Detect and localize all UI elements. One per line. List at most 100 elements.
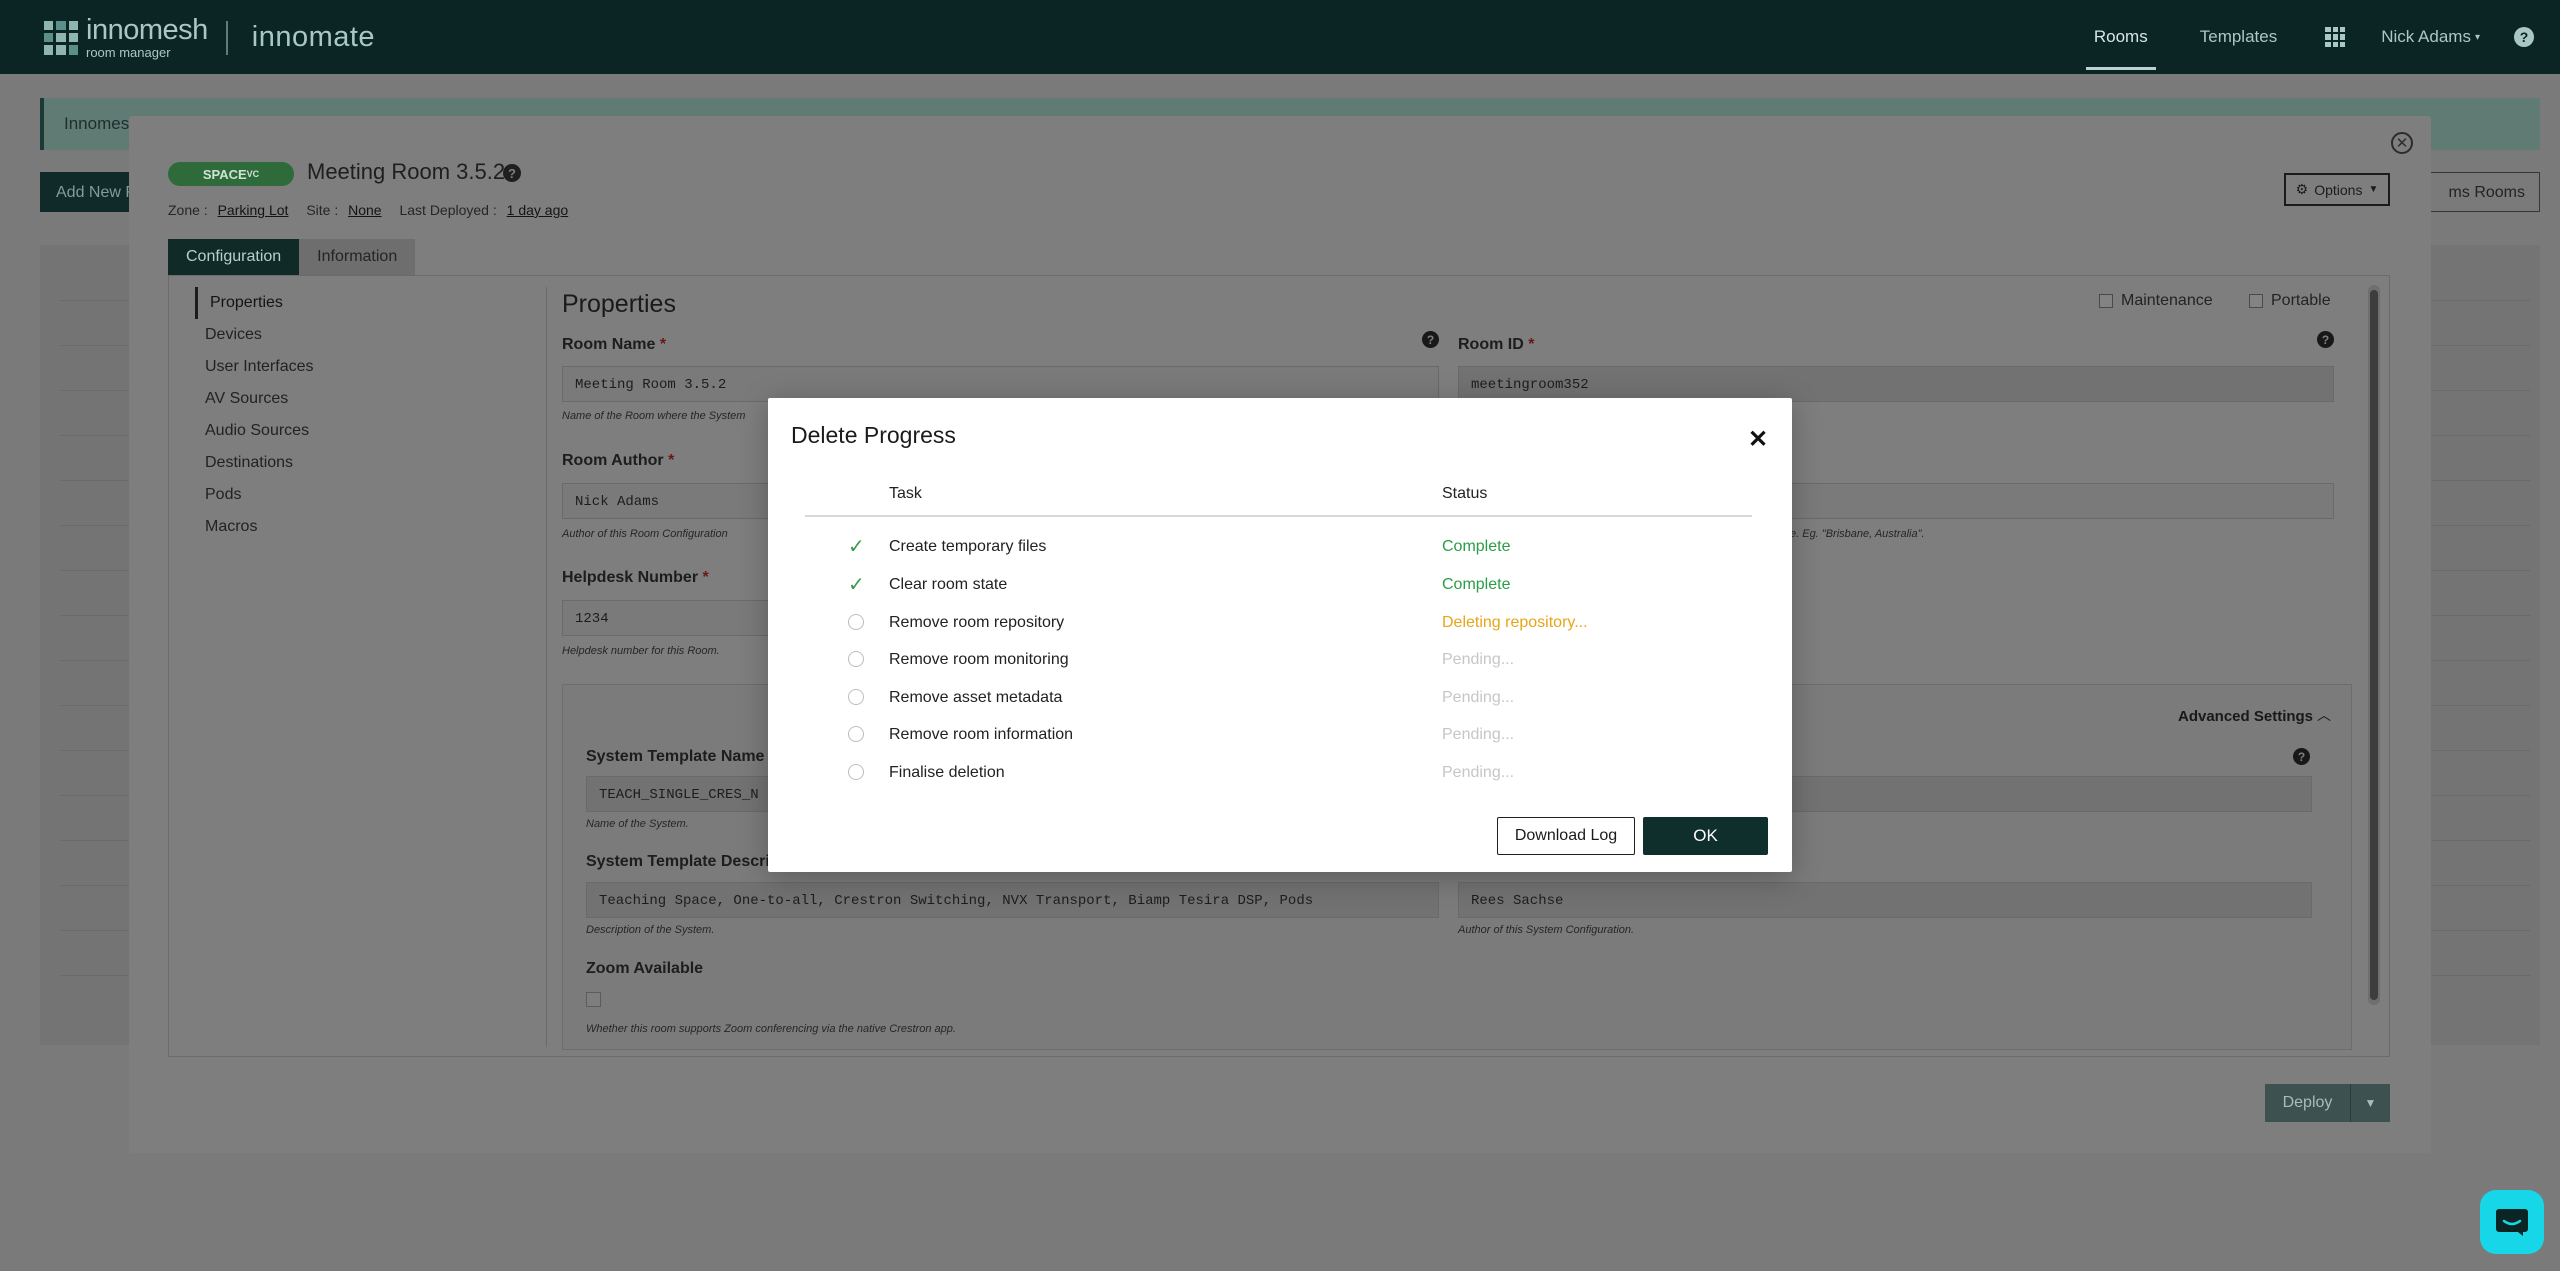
logo-wordmark: innomesh room manager [86, 14, 208, 60]
site-label: Site : [306, 202, 339, 218]
sys-template-desc-hint: Description of the System. [586, 924, 715, 936]
app-name: innomate [251, 21, 376, 53]
room-tabs: Configuration Information [168, 239, 416, 275]
dialog-title: Delete Progress [791, 422, 956, 448]
nav-rooms[interactable]: Rooms [2085, 0, 2156, 74]
download-log-button[interactable]: Download Log [1497, 817, 1635, 855]
pending-circle-icon [848, 726, 864, 742]
config-side-nav: Properties Devices User Interfaces AV So… [195, 287, 313, 543]
options-dropdown-button[interactable]: ⚙ Options ▼ [2284, 173, 2390, 206]
room-author-label: Room Author * [562, 452, 674, 470]
task-row: Remove room information Pending... [768, 716, 1792, 754]
banner-text: Innomes [64, 114, 130, 133]
apps-grid-icon[interactable] [2325, 27, 2346, 47]
section-title: Properties [562, 290, 676, 318]
deploy-button[interactable]: Deploy [2265, 1084, 2351, 1122]
room-name-hint: Name of the Room where the System [562, 410, 746, 422]
side-item-pods[interactable]: Pods [195, 479, 313, 511]
side-item-macros[interactable]: Macros [195, 511, 313, 543]
side-item-properties[interactable]: Properties [195, 287, 313, 319]
brand-logo[interactable]: innomesh room manager innomate [44, 16, 375, 59]
task-name: Remove asset metadata [889, 689, 1063, 706]
required-marker: * [668, 452, 675, 469]
maintenance-checkbox[interactable]: Maintenance [2099, 292, 2213, 310]
chat-bubble-icon [2496, 1209, 2528, 1236]
logo-main-text: innomesh [86, 14, 208, 46]
helpdesk-hint: Helpdesk number for this Room. [562, 645, 720, 657]
side-item-av-sources[interactable]: AV Sources [195, 383, 313, 415]
room-title: Meeting Room 3.5.2 [307, 159, 506, 184]
chevron-up-icon[interactable]: ︿ [2317, 705, 2331, 725]
task-status: Complete [1442, 576, 1511, 593]
sys-template-name-hint: Name of the System. [586, 818, 689, 830]
room-name-input[interactable]: Meeting Room 3.5.2 [562, 366, 1439, 402]
pending-circle-icon [848, 651, 864, 667]
pending-circle-icon [848, 614, 864, 630]
task-name: Clear room state [889, 576, 1008, 593]
task-row: Remove room repository Deleting reposito… [768, 604, 1792, 642]
logo-sub-text: room manager [86, 45, 171, 60]
label-text: Helpdesk Number [562, 569, 699, 586]
close-icon[interactable]: ✕ [2391, 132, 2413, 154]
chat-support-button[interactable] [2480, 1190, 2544, 1254]
tab-configuration[interactable]: Configuration [168, 239, 300, 275]
task-name: Finalise deletion [889, 764, 1005, 781]
sys-template-name-label: System Template Name [586, 748, 765, 765]
pending-circle-icon [848, 764, 864, 780]
side-item-destinations[interactable]: Destinations [195, 447, 313, 479]
nav-templates[interactable]: Templates [2200, 0, 2277, 74]
task-status: Complete [1442, 538, 1511, 555]
task-row: Remove room monitoring Pending... [768, 641, 1792, 679]
task-status: Pending... [1442, 764, 1515, 781]
deploy-caret-icon[interactable]: ▼ [2351, 1084, 2390, 1122]
user-menu[interactable]: Nick Adams ▾ [2381, 0, 2480, 74]
task-name: Remove room repository [889, 614, 1065, 631]
required-marker: * [659, 336, 667, 353]
deployed-link[interactable]: 1 day ago [507, 202, 569, 218]
helpdesk-label: Helpdesk Number * [562, 569, 709, 587]
question-icon[interactable]: ? [2293, 748, 2310, 765]
site-link[interactable]: None [348, 202, 381, 218]
col-header-status: Status [1442, 485, 1488, 502]
side-item-user-interfaces[interactable]: User Interfaces [195, 351, 313, 383]
caret-down-icon: ▼ [2368, 184, 2379, 195]
gear-icon: ⚙ [2295, 181, 2309, 197]
ok-button[interactable]: OK [1643, 817, 1768, 855]
required-marker: * [1528, 336, 1535, 353]
portable-checkbox[interactable]: Portable [2249, 292, 2331, 310]
question-icon[interactable]: ? [503, 164, 521, 182]
tab-information[interactable]: Information [299, 239, 416, 275]
badge-text: SPACE [202, 166, 247, 182]
close-icon[interactable]: ✕ [1748, 428, 1768, 452]
sys-template-desc-input[interactable]: Teaching Space, One-to-all, Crestron Swi… [586, 882, 1439, 918]
main-nav: Rooms Templates Nick Adams ▾ ? [2085, 0, 2560, 74]
advanced-settings-toggle[interactable]: Advanced Settings [2178, 708, 2313, 725]
help-icon[interactable]: ? [2514, 27, 2534, 47]
room-id-label: Room ID * [1458, 336, 1534, 354]
scrollbar-thumb[interactable] [2370, 290, 2378, 1000]
location-hint: e. Eg. "Brisbane, Australia". [1790, 528, 1925, 540]
sys-author-input[interactable]: Rees Sachse [1458, 882, 2312, 918]
zoom-checkbox[interactable] [586, 992, 601, 1007]
task-row: ✓ Create temporary files Complete [768, 528, 1792, 566]
user-name: Nick Adams [2381, 27, 2471, 46]
rooms-filter-button[interactable]: ms Rooms [2420, 172, 2540, 212]
task-status: Pending... [1442, 651, 1515, 668]
task-row: Remove asset metadata Pending... [768, 679, 1792, 717]
question-icon[interactable]: ? [1422, 331, 1439, 348]
maintenance-label: Maintenance [2121, 292, 2213, 309]
side-item-audio-sources[interactable]: Audio Sources [195, 415, 313, 447]
side-item-devices[interactable]: Devices [195, 319, 313, 351]
room-id-input[interactable]: meetingroom352 [1458, 366, 2334, 402]
question-icon[interactable]: ? [2317, 331, 2334, 348]
sys-author-hint: Author of this System Configuration. [1458, 924, 1635, 936]
badge-sup: VC [246, 169, 260, 179]
innomesh-logo-icon [44, 20, 78, 55]
zoom-label: Zoom Available [586, 960, 704, 977]
room-meta: Zone : Parking Lot Site : None Last Depl… [168, 202, 582, 218]
checkbox-box [2249, 294, 2263, 308]
zone-link[interactable]: Parking Lot [218, 202, 289, 218]
room-author-hint: Author of this Room Configuration [562, 528, 728, 540]
task-status: Deleting repository... [1442, 614, 1588, 631]
delete-progress-dialog: Delete Progress ✕ Task Status ✓ Create t… [768, 398, 1792, 872]
